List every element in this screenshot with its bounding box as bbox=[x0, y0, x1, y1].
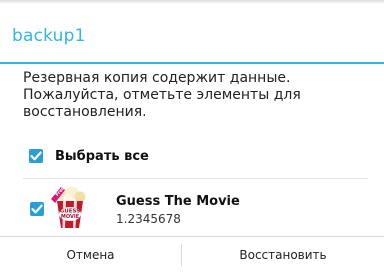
select-all-checkbox[interactable] bbox=[29, 149, 43, 163]
dialog-message: Резервная копия содержит данные. Пожалуй… bbox=[23, 70, 301, 120]
title-divider bbox=[0, 62, 384, 64]
checkmark-icon bbox=[31, 204, 43, 214]
dialog-title: backup1 bbox=[12, 26, 86, 46]
guess-the-movie-app-icon: GUESS MOVIE Free bbox=[51, 185, 86, 228]
dialog-top-edge bbox=[0, 0, 384, 4]
item-checkbox[interactable] bbox=[30, 202, 44, 216]
app-name: Guess The Movie bbox=[116, 194, 240, 209]
list-divider bbox=[23, 178, 367, 179]
checkmark-icon bbox=[30, 151, 42, 161]
app-version: 1.2345678 bbox=[116, 212, 181, 226]
select-all-row[interactable]: Выбрать все bbox=[29, 145, 149, 167]
restore-button[interactable]: Восстановить bbox=[182, 237, 384, 272]
svg-text:MOVIE: MOVIE bbox=[61, 214, 80, 220]
select-all-label: Выбрать все bbox=[55, 148, 149, 164]
cancel-button[interactable]: Отмена bbox=[0, 237, 181, 272]
